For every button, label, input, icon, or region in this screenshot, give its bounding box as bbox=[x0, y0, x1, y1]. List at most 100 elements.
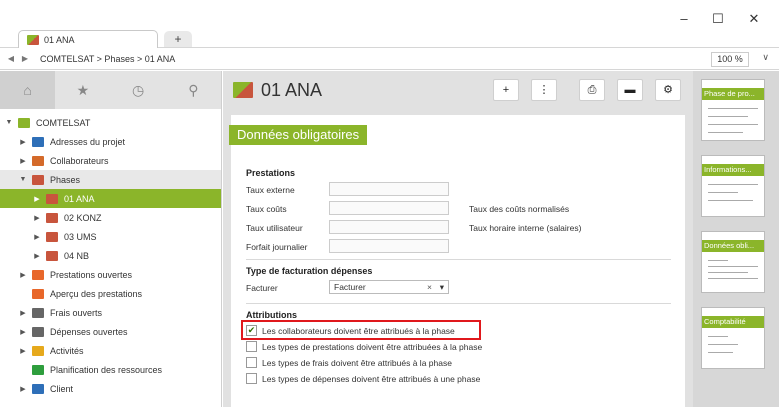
checkbox-label: Les collaborateurs doivent être attribué… bbox=[262, 326, 455, 336]
field-label: Taux externe bbox=[246, 185, 295, 195]
sidebar-item-label: Prestations ouvertes bbox=[50, 269, 133, 280]
section-ribbon: Données obligatoires bbox=[229, 125, 368, 145]
sidebar-item[interactable]: ▶ Collaborateurs bbox=[0, 151, 221, 170]
caret-icon[interactable]: ▶ bbox=[32, 252, 42, 260]
thumbnail-label: Comptabilité bbox=[702, 316, 764, 328]
thumbnail-donnees[interactable]: Données obli... bbox=[701, 231, 765, 293]
sidebar-item-label: Client bbox=[50, 383, 74, 394]
field-label: Taux des coûts normalisés bbox=[469, 204, 570, 214]
item-icon bbox=[46, 193, 58, 204]
forfait-journalier-input[interactable] bbox=[329, 239, 449, 253]
sidebar-item[interactable]: ▶ Dépenses ouvertes bbox=[0, 322, 221, 341]
sidebar-item[interactable]: ▼ COMTELSAT bbox=[0, 113, 221, 132]
chevron-down-icon[interactable]: ▾ bbox=[440, 282, 444, 293]
sidebar-item-label: 02 KONZ bbox=[64, 212, 102, 223]
folder-button[interactable]: ▬ bbox=[617, 79, 643, 101]
item-icon bbox=[46, 212, 58, 223]
thumbnail-phase[interactable]: Phase de pro... bbox=[701, 79, 765, 141]
caret-icon[interactable]: ▶ bbox=[18, 328, 28, 336]
caret-icon[interactable]: ▼ bbox=[18, 176, 28, 183]
sidebar-item[interactable]: ▶ Frais ouverts bbox=[0, 303, 221, 322]
caret-icon[interactable]: ▶ bbox=[18, 157, 28, 165]
checkbox-label: Les types de frais doivent être attribué… bbox=[262, 358, 452, 368]
maximize-button[interactable]: ☐ bbox=[700, 8, 736, 30]
caret-icon[interactable]: ▶ bbox=[18, 347, 28, 355]
item-icon bbox=[46, 250, 58, 261]
taux-couts-input[interactable] bbox=[329, 201, 449, 215]
sidebar-item[interactable]: ▶ 04 NB bbox=[0, 246, 221, 265]
new-tab-button[interactable]: + bbox=[164, 31, 192, 47]
caret-icon[interactable]: ▶ bbox=[32, 233, 42, 241]
sidebar-item[interactable]: ▶ 01 ANA bbox=[0, 189, 221, 208]
checkbox-prestations[interactable] bbox=[246, 341, 257, 352]
sidebar: ⌂ ★ ◷ ⚲ ▼ COMTELSAT ▶ Adresses du projet ▶ Co… bbox=[0, 71, 222, 407]
checkbox-depenses[interactable] bbox=[246, 373, 257, 384]
form-panel: Données obligatoires Prestations Taux ex… bbox=[229, 115, 685, 407]
taux-externe-input[interactable] bbox=[329, 182, 449, 196]
facturation-select[interactable]: Facturer × ▾ bbox=[329, 280, 449, 294]
item-icon bbox=[32, 364, 44, 375]
sidebar-item-label: 01 ANA bbox=[64, 193, 95, 204]
close-button[interactable]: ✕ bbox=[736, 8, 772, 30]
facturation-heading: Type de facturation dépenses bbox=[246, 266, 373, 276]
tab-label: 01 ANA bbox=[44, 34, 75, 45]
item-icon bbox=[32, 326, 44, 337]
sidebar-item[interactable]: ▶ Activités bbox=[0, 341, 221, 360]
taux-utilisateur-input[interactable] bbox=[329, 220, 449, 234]
sidebar-item[interactable]: ▶ 03 UMS bbox=[0, 227, 221, 246]
zoom-dropdown-icon[interactable]: ∨ bbox=[762, 52, 769, 63]
sidebar-item[interactable]: ▶ Adresses du projet bbox=[0, 132, 221, 151]
address-bar: ◀ ▶ COMTELSAT > Phases > 01 ANA 100 % ∨ bbox=[0, 48, 779, 70]
tab-01-ana[interactable]: 01 ANA bbox=[18, 30, 158, 48]
breadcrumb[interactable]: COMTELSAT > Phases > 01 ANA bbox=[40, 54, 175, 64]
item-icon bbox=[32, 174, 44, 185]
caret-icon[interactable]: ▶ bbox=[18, 271, 28, 279]
print-button[interactable]: ⎙ bbox=[579, 79, 605, 101]
item-icon bbox=[32, 288, 44, 299]
caret-icon[interactable]: ▶ bbox=[32, 214, 42, 222]
sidebar-item[interactable]: ▶ Client bbox=[0, 379, 221, 398]
clear-icon[interactable]: × bbox=[427, 282, 432, 292]
checkbox-collaborateurs[interactable]: ✔ bbox=[246, 325, 257, 336]
phase-icon bbox=[27, 34, 39, 45]
sidebar-item[interactable]: ▶ 02 KONZ bbox=[0, 208, 221, 227]
zoom-level[interactable]: 100 % bbox=[711, 52, 749, 67]
checkbox-frais[interactable] bbox=[246, 357, 257, 368]
title-bar: 01 ANA + – ☐ ✕ bbox=[0, 0, 779, 48]
divider bbox=[246, 303, 671, 304]
caret-icon[interactable]: ▶ bbox=[32, 195, 42, 203]
forward-icon[interactable]: ▶ bbox=[18, 54, 32, 63]
back-icon[interactable]: ◀ bbox=[4, 54, 18, 63]
more-options-button[interactable]: ⋮ bbox=[531, 79, 557, 101]
home-icon[interactable]: ⌂ bbox=[0, 71, 56, 109]
minimize-button[interactable]: – bbox=[666, 8, 702, 30]
sidebar-item[interactable]: ▼ Phases bbox=[0, 170, 221, 189]
field-label: Taux horaire interne (salaires) bbox=[469, 223, 582, 233]
sidebar-item[interactable]: ▶ Prestations ouvertes bbox=[0, 265, 221, 284]
add-button[interactable]: + bbox=[493, 79, 519, 101]
item-icon bbox=[32, 345, 44, 356]
caret-icon[interactable]: ▶ bbox=[18, 138, 28, 146]
item-icon bbox=[32, 307, 44, 318]
caret-icon[interactable]: ▶ bbox=[18, 385, 28, 393]
favorites-icon[interactable]: ★ bbox=[55, 71, 110, 109]
search-icon[interactable]: ⚲ bbox=[166, 71, 221, 109]
caret-icon[interactable]: ▶ bbox=[18, 309, 28, 317]
field-label: Facturer bbox=[246, 283, 278, 293]
sidebar-item-label: Adresses du projet bbox=[50, 136, 126, 147]
history-icon[interactable]: ◷ bbox=[111, 71, 166, 109]
sidebar-item[interactable]: Aperçu des prestations bbox=[0, 284, 221, 303]
sidebar-item-label: Aperçu des prestations bbox=[50, 288, 143, 299]
sidebar-item[interactable]: Planification des ressources bbox=[0, 360, 221, 379]
sidebar-item-label: Collaborateurs bbox=[50, 155, 109, 166]
thumbnail-label: Informations... bbox=[702, 164, 764, 176]
item-icon bbox=[32, 136, 44, 147]
thumbnail-comptabilite[interactable]: Comptabilité bbox=[701, 307, 765, 369]
select-value: Facturer bbox=[334, 282, 366, 292]
sidebar-item-label: Phases bbox=[50, 174, 81, 185]
thumbnail-informations[interactable]: Informations... bbox=[701, 155, 765, 217]
phase-icon bbox=[233, 82, 253, 98]
sidebar-toolbar: ⌂ ★ ◷ ⚲ bbox=[0, 71, 221, 109]
caret-icon[interactable]: ▼ bbox=[4, 119, 14, 126]
settings-button[interactable]: ⚙ bbox=[655, 79, 681, 101]
